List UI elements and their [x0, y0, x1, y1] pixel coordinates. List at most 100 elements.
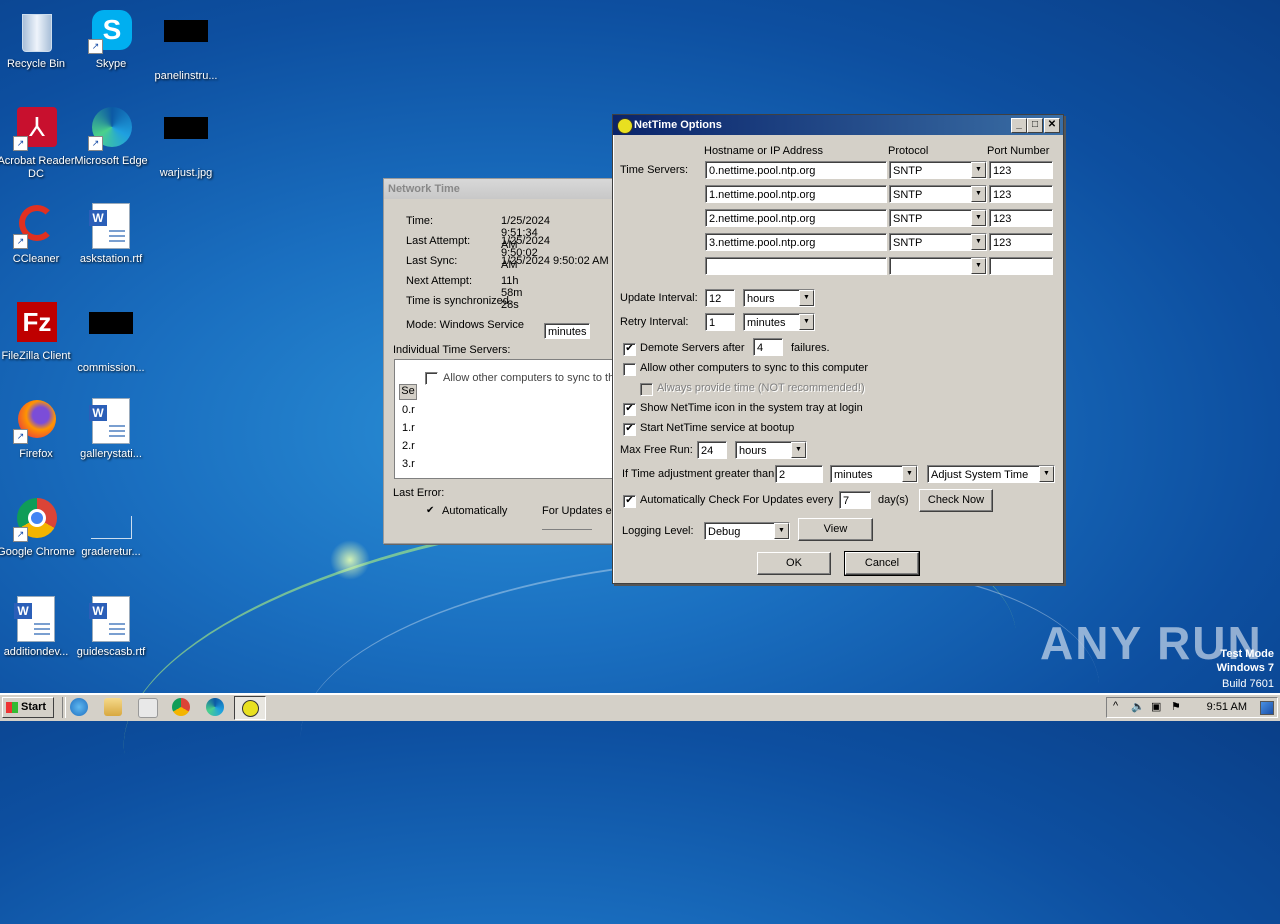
desktop-icon-filezilla[interactable]: Fz FileZilla Client: [0, 300, 75, 363]
desktop-icon-skype[interactable]: S ↗ Skype: [72, 8, 150, 71]
desktop-icon-ccleaner[interactable]: ↗ CCleaner: [0, 203, 75, 266]
logging-select[interactable]: Debug ▼: [704, 522, 790, 540]
nettime-options-dialog[interactable]: NetTime Options _ □ ✕ Hostname or IP Add…: [612, 114, 1064, 584]
adjust-unit-select[interactable]: minutes ▼: [830, 465, 918, 483]
desktop-icon-acrobat[interactable]: ⅄ ↗ Acrobat Reader DC: [0, 105, 75, 181]
demote-suffix: failures.: [791, 342, 830, 354]
max-free-run-unit-select[interactable]: hours ▼: [735, 441, 807, 459]
media-player-icon[interactable]: [138, 698, 158, 718]
check-now-button[interactable]: Check Now: [919, 489, 993, 512]
list-item[interactable]: 3.r: [402, 458, 415, 470]
server-port-4[interactable]: [989, 257, 1053, 275]
server-protocol-1[interactable]: SNTP ▼: [889, 185, 987, 203]
desktop-icon-additiondev[interactable]: W additiondev...: [0, 596, 75, 659]
desktop-icon-firefox[interactable]: ↗ Firefox: [0, 398, 75, 461]
desktop-icon-recycle-bin[interactable]: Recycle Bin: [0, 8, 75, 71]
chevron-down-icon[interactable]: ▼: [902, 466, 917, 482]
nt-server-col-header[interactable]: Se: [399, 384, 417, 400]
dialog-title-bar[interactable]: NetTime Options _ □ ✕: [613, 115, 1063, 135]
chevron-down-icon[interactable]: ▼: [971, 258, 986, 274]
flag-icon[interactable]: ⚑: [1171, 700, 1181, 713]
system-tray: ^ 🔈 ▣ ⚑ 9:51 AM: [1106, 697, 1278, 718]
clock[interactable]: 9:51 AM: [1207, 698, 1247, 717]
chevron-down-icon[interactable]: ▼: [791, 442, 806, 458]
chevron-down-icon[interactable]: ▼: [1039, 466, 1054, 482]
desktop-icon-panelinstru[interactable]: panelinstru...: [147, 8, 225, 83]
retry-interval-input[interactable]: 1: [705, 313, 735, 331]
nt-servers-list[interactable]: Allow other computers to sync to th Se 0…: [394, 359, 621, 479]
show-desktop-icon[interactable]: [1260, 701, 1274, 715]
max-free-run-label: Max Free Run:: [620, 444, 693, 456]
chevron-down-icon[interactable]: ▼: [799, 290, 814, 306]
retry-unit-select[interactable]: minutes ▼: [743, 313, 815, 331]
chrome-taskbar-icon[interactable]: [172, 698, 190, 716]
list-item[interactable]: 0.r: [402, 404, 415, 416]
maximize-icon[interactable]: □: [1027, 118, 1043, 133]
update-interval-input[interactable]: 12: [705, 289, 735, 307]
server-protocol-0[interactable]: SNTP ▼: [889, 161, 987, 179]
update-unit-select[interactable]: hours ▼: [743, 289, 815, 307]
server-host-2[interactable]: 2.nettime.pool.ntp.org: [705, 209, 887, 227]
server-port-0[interactable]: 123: [989, 161, 1053, 179]
desktop-icon-warjust[interactable]: warjust.jpg: [147, 105, 225, 180]
desktop-icon-edge[interactable]: ↗ Microsoft Edge: [72, 105, 150, 168]
desktop-icon-guidescasb[interactable]: W guidescasb.rtf: [72, 596, 150, 659]
nt-allow-checkbox: [425, 372, 438, 385]
network-time-window[interactable]: Network Time Time: 1/25/2024 9:51:34 AM …: [383, 178, 626, 544]
always-provide-checkbox[interactable]: [640, 383, 653, 396]
ie-icon[interactable]: [70, 698, 88, 716]
allow-sync-checkbox[interactable]: [623, 363, 636, 376]
filezilla-icon: Fz: [13, 300, 59, 346]
view-button[interactable]: View: [798, 518, 873, 541]
chevron-down-icon[interactable]: ▼: [971, 186, 986, 202]
chevron-down-icon[interactable]: ▼: [971, 162, 986, 178]
retry-interval-label: Retry Interval:: [620, 316, 689, 328]
ok-button[interactable]: OK: [757, 552, 831, 575]
tray-expand-icon[interactable]: ^: [1113, 700, 1118, 712]
auto-check-input[interactable]: 7: [839, 491, 871, 509]
cancel-button[interactable]: Cancel: [844, 551, 920, 576]
server-port-3[interactable]: 123: [989, 233, 1053, 251]
col-port-header: Port Number: [987, 145, 1050, 157]
max-free-run-input[interactable]: 24: [697, 441, 727, 459]
demote-checkbox[interactable]: ✔: [623, 343, 636, 356]
desktop-icon-commission[interactable]: commission...: [72, 300, 150, 375]
list-item[interactable]: 2.r: [402, 440, 415, 452]
adjust-action-select[interactable]: Adjust System Time ▼: [927, 465, 1055, 483]
desktop-icon-graderetur[interactable]: graderetur...: [72, 496, 150, 559]
adjust-input[interactable]: 2: [775, 465, 823, 483]
chevron-down-icon[interactable]: ▼: [971, 234, 986, 250]
start-service-checkbox[interactable]: ✔: [623, 423, 636, 436]
server-port-1[interactable]: 123: [989, 185, 1053, 203]
time-servers-label: Time Servers:: [620, 164, 689, 176]
edge-taskbar-icon[interactable]: [206, 698, 224, 716]
minimize-icon[interactable]: _: [1011, 118, 1027, 133]
auto-check-checkbox[interactable]: ✔: [623, 495, 636, 508]
chevron-down-icon[interactable]: ▼: [971, 210, 986, 226]
close-icon[interactable]: ✕: [1044, 118, 1060, 133]
server-host-3[interactable]: 3.nettime.pool.ntp.org: [705, 233, 887, 251]
server-port-2[interactable]: 123: [989, 209, 1053, 227]
nt-auto-label: Automatically: [442, 505, 508, 517]
show-icon-checkbox[interactable]: ✔: [623, 403, 636, 416]
list-item[interactable]: 1.r: [402, 422, 415, 434]
chevron-down-icon[interactable]: ▼: [799, 314, 814, 330]
nt-mode-unit[interactable]: minutes: [544, 323, 590, 339]
demote-input[interactable]: 4: [753, 338, 783, 356]
chevron-down-icon[interactable]: ▼: [774, 523, 789, 539]
server-host-1[interactable]: 1.nettime.pool.ntp.org: [705, 185, 887, 203]
server-protocol-3[interactable]: SNTP ▼: [889, 233, 987, 251]
desktop-icon-gallerystati[interactable]: W gallerystati...: [72, 398, 150, 461]
nettime-taskbar-button[interactable]: [234, 696, 266, 720]
network-icon[interactable]: ▣: [1151, 700, 1161, 713]
word-doc-icon: W: [88, 398, 134, 444]
volume-icon[interactable]: 🔈: [1131, 700, 1145, 713]
server-protocol-4[interactable]: ▼: [889, 257, 987, 275]
server-host-0[interactable]: 0.nettime.pool.ntp.org: [705, 161, 887, 179]
start-button[interactable]: Start: [2, 697, 54, 718]
server-host-4[interactable]: [705, 257, 887, 275]
desktop-icon-chrome[interactable]: ↗ Google Chrome: [0, 496, 75, 559]
explorer-icon[interactable]: [104, 698, 122, 716]
desktop-icon-askstation[interactable]: W askstation.rtf: [72, 203, 150, 266]
server-protocol-2[interactable]: SNTP ▼: [889, 209, 987, 227]
